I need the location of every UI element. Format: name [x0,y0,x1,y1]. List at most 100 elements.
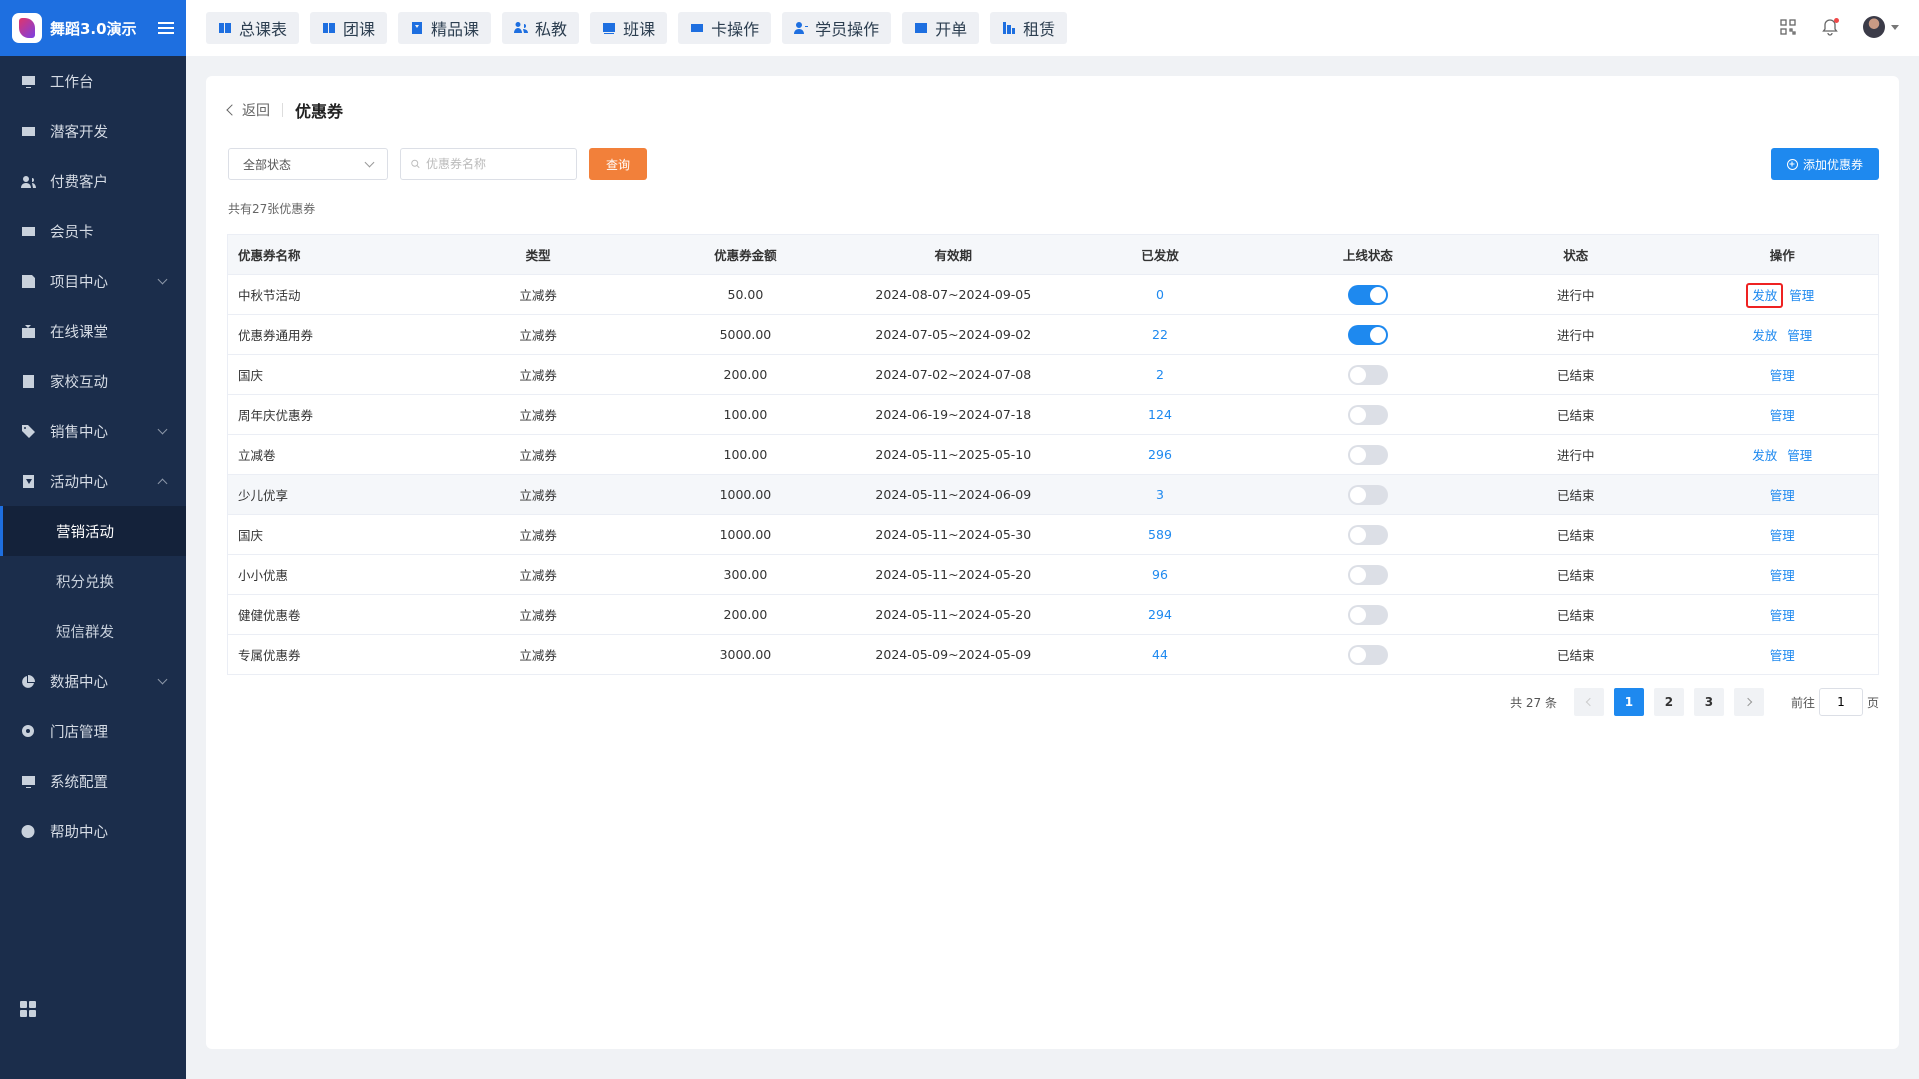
online-toggle[interactable] [1347,404,1388,425]
issued-count-link[interactable]: 296 [1148,447,1172,462]
online-toggle[interactable] [1347,484,1388,505]
search-icon [411,159,420,169]
sidebar-item[interactable]: 门店管理 [0,706,186,756]
coupon-validity: 2024-05-11~2024-05-20 [857,594,1050,635]
chevron-up-icon [157,478,168,489]
coupon-status: 进行中 [1465,274,1687,315]
next-page-button[interactable] [1733,688,1764,716]
manage-link[interactable]: 管理 [1766,645,1799,666]
top-tab[interactable]: 精品课 [398,12,492,44]
online-toggle[interactable] [1347,564,1388,585]
sidebar-item[interactable]: 系统配置 [0,756,186,806]
menu-toggle-icon[interactable] [158,22,174,34]
apps-grid-icon[interactable] [20,1001,36,1017]
sidebar-item[interactable]: 活动中心 [0,456,186,506]
status-select-value: 全部状态 [243,157,292,172]
chevron-down-icon[interactable] [1891,24,1899,30]
sidebar-item[interactable]: 在线课堂 [0,306,186,356]
add-coupon-button[interactable]: 添加优惠券 [1771,148,1879,180]
issued-count-link[interactable]: 124 [1148,407,1172,422]
top-tab[interactable]: 总课表 [206,12,300,44]
sidebar-subitem[interactable]: 营销活动 [0,506,186,556]
manage-link[interactable]: 管理 [1785,285,1818,306]
activity-icon [20,474,36,488]
coupon-table: 优惠券名称 类型 优惠券金额 有效期 已发放 上线状态 状态 操作 中秋节活动 立减券 50.00… [227,234,1879,675]
sidebar-item[interactable]: 潜客开发 [0,106,186,156]
page-button[interactable]: 1 [1613,688,1644,716]
top-tab[interactable]: 团课 [310,12,388,44]
tab-icon [322,21,336,35]
coupon-count: 共有27张优惠券 [228,202,316,216]
top-tab[interactable]: 私教 [502,12,580,44]
sidebar-item[interactable]: 数据中心 [0,656,186,706]
online-toggle[interactable] [1347,444,1388,465]
issued-count-link[interactable]: 589 [1148,527,1172,542]
issue-link[interactable]: 发放 [1748,445,1781,466]
issued-count-link[interactable]: 96 [1152,567,1168,582]
manage-link[interactable]: 管理 [1766,365,1799,386]
manage-link[interactable]: 管理 [1766,605,1799,626]
online-toggle[interactable] [1347,644,1388,665]
online-cell [1270,594,1466,635]
sidebar-item[interactable]: 家校互动 [0,356,186,406]
online-toggle[interactable] [1347,324,1388,345]
top-tab[interactable]: 班课 [590,12,668,44]
online-toggle[interactable] [1347,604,1388,625]
column-header: 有效期 [857,234,1050,275]
goto-suffix: 页 [1866,695,1879,710]
avatar[interactable] [1863,16,1885,38]
online-toggle[interactable] [1347,284,1388,305]
issued-count-link[interactable]: 2 [1156,367,1164,382]
sidebar-subitem[interactable]: 短信群发 [0,606,186,656]
issued-count-link[interactable]: 22 [1152,327,1168,342]
issued-count-link[interactable]: 294 [1148,607,1172,622]
issue-link[interactable]: 发放 [1748,325,1781,346]
page-button[interactable]: 2 [1653,688,1684,716]
top-tab[interactable]: 租赁 [990,12,1068,44]
coupon-amount: 5000.00 [633,314,858,355]
issued-count-link[interactable]: 3 [1156,487,1164,502]
coupon-status: 已结束 [1465,594,1687,635]
manage-link[interactable]: 管理 [1766,485,1799,506]
issued-cell: 2 [1049,354,1271,395]
manage-link[interactable]: 管理 [1766,525,1799,546]
issue-link[interactable]: 发放 [1746,283,1784,308]
sidebar-item[interactable]: 工作台 [0,56,186,106]
issued-count-link[interactable]: 44 [1152,647,1168,662]
manage-link[interactable]: 管理 [1783,445,1816,466]
status-select[interactable]: 全部状态 [228,148,388,180]
tab-icon [794,21,809,35]
query-button[interactable]: 查询 [589,148,647,180]
back-button[interactable]: 返回 [226,100,270,120]
sidebar-item[interactable]: 销售中心 [0,406,186,456]
page-button[interactable]: 3 [1693,688,1724,716]
online-toggle[interactable] [1347,364,1388,385]
sidebar-item[interactable]: 付费客户 [0,156,186,206]
sidebar-item[interactable]: 帮助中心 [0,806,186,856]
online-toggle[interactable] [1347,524,1388,545]
manage-link[interactable]: 管理 [1766,405,1799,426]
top-tab[interactable]: 学员操作 [782,12,892,44]
actions-cell: 管理 [1686,514,1879,555]
sidebar-item[interactable]: 会员卡 [0,206,186,256]
sidebar-item[interactable]: 项目中心 [0,256,186,306]
prev-page-button[interactable] [1573,688,1604,716]
tab-icon [218,21,232,35]
top-tab[interactable]: 开单 [902,12,980,44]
coupon-amount: 300.00 [633,554,858,595]
online-cell [1270,394,1466,435]
goto-page-input[interactable] [1818,688,1863,716]
manage-link[interactable]: 管理 [1783,325,1816,346]
bell-icon[interactable] [1821,18,1839,36]
issued-count-link[interactable]: 0 [1156,287,1164,302]
table-row: 立减卷 立减券 100.00 2024-05-11~2025-05-10 296 进行中发… [227,434,1879,475]
manage-link[interactable]: 管理 [1766,565,1799,586]
qrcode-icon[interactable] [1779,18,1797,36]
breadcrumb: 返回 优惠券 [226,98,343,122]
chevron-down-icon [157,674,168,685]
coupon-name-input[interactable] [426,157,566,171]
sidebar-subitem[interactable]: 积分兑换 [0,556,186,606]
top-tab[interactable]: 卡操作 [678,12,772,44]
column-header: 优惠券金额 [633,234,858,275]
chevron-down-icon [157,424,168,435]
